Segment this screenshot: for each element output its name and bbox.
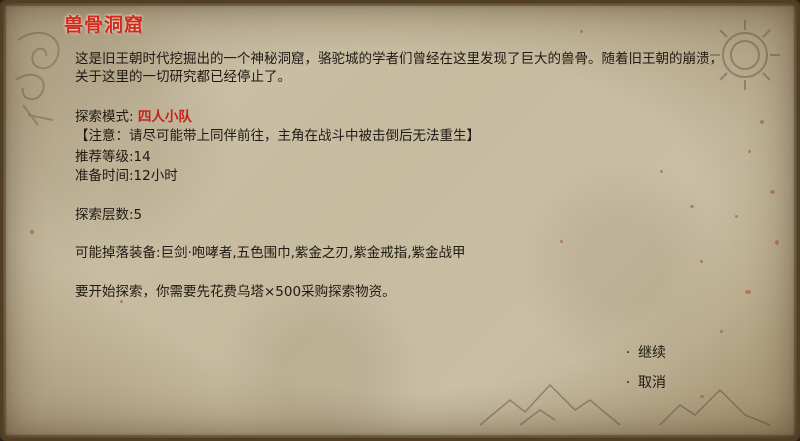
location-title: 兽骨洞窟 (64, 14, 145, 36)
exploration-mode-line: 探索模式: 四人小队 (75, 108, 192, 126)
bullet-icon: · (625, 375, 631, 391)
cancel-button[interactable]: · 取消 (624, 372, 666, 392)
bullet-icon: · (625, 345, 631, 361)
possible-drops: 可能掉落装备:巨剑·咆哮者,五色围巾,紫金之刃,紫金戒指,紫金战甲 (75, 245, 466, 261)
continue-button[interactable]: · 继续 (624, 342, 666, 362)
exploration-cost: 要开始探索，你需要先花费乌塔×500采购探索物资。 (75, 284, 396, 300)
floor-count: 探索层数:5 (75, 207, 143, 223)
warning-note: 【注意：请尽可能带上同伴前往，主角在战斗中被击倒后无法重生】 (75, 128, 480, 144)
recommended-level: 推荐等级:14 (75, 149, 151, 165)
exploration-mode-value: 四人小队 (137, 109, 192, 125)
preparation-time: 准备时间:12小时 (75, 168, 178, 184)
continue-label: 继续 (638, 345, 666, 361)
exploration-mode-label: 探索模式: (75, 109, 138, 125)
location-description: 这是旧王朝时代挖掘出的一个神秘洞窟，骆驼城的学者们曾经在这里发现了巨大的兽骨。随… (75, 51, 723, 85)
cancel-label: 取消 (638, 375, 666, 391)
